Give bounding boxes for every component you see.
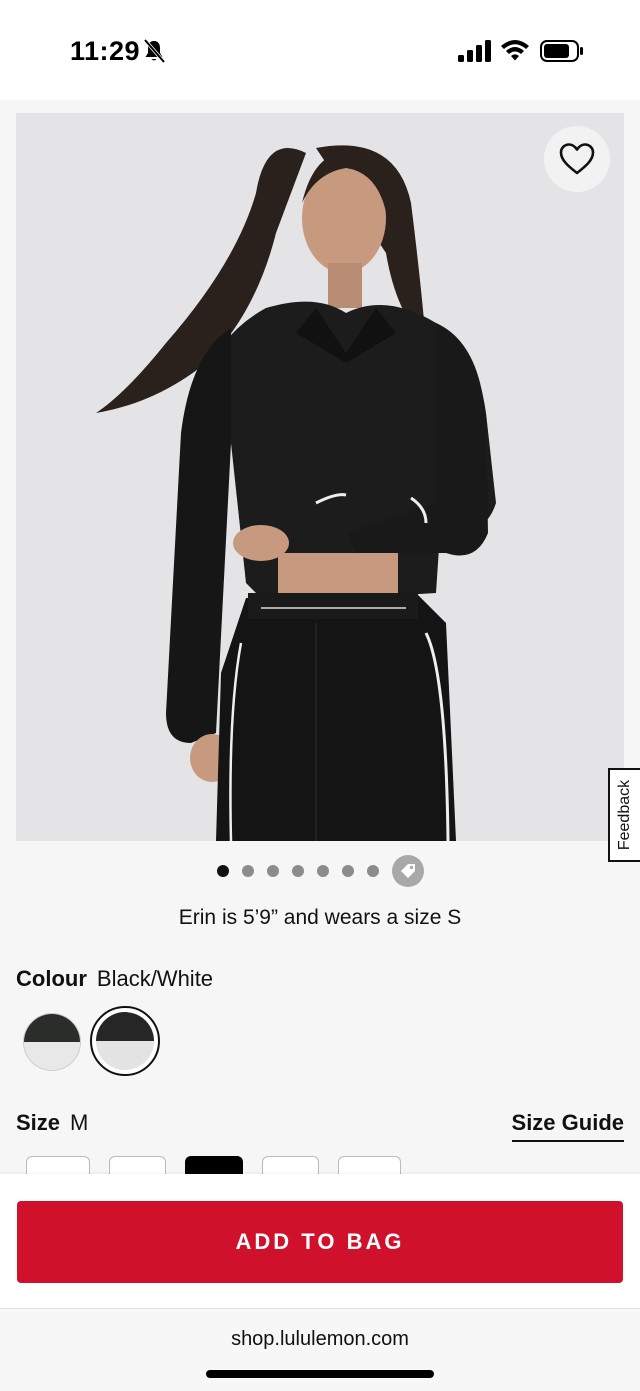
bell-off-icon	[143, 38, 166, 64]
product-page: 11:29 Feedback Erin is 5’9” and wears a …	[0, 0, 640, 1391]
carousel-dot[interactable]	[341, 865, 354, 877]
wishlist-button[interactable]	[544, 126, 610, 192]
model-size-info: Erin is 5’9” and wears a size S	[178, 906, 462, 929]
colour-swatch[interactable]	[24, 1014, 80, 1070]
colour-selection: Colour Black/White	[16, 966, 213, 992]
status-bar: 11:29	[0, 0, 640, 100]
status-time: 11:29	[70, 36, 141, 66]
carousel-dot-active[interactable]	[216, 865, 229, 877]
feedback-tab[interactable]: Feedback	[608, 768, 640, 862]
carousel-dot[interactable]	[316, 865, 329, 877]
carousel-dot[interactable]	[266, 865, 279, 877]
battery-icon	[540, 40, 583, 62]
product-image[interactable]	[16, 113, 624, 841]
model-photo-illustration	[16, 113, 624, 841]
size-guide-link[interactable]: Size Guide	[511, 1110, 624, 1142]
price-tag-icon	[400, 864, 415, 878]
feedback-label: Feedback	[616, 779, 634, 851]
colour-value: Black/White	[96, 966, 214, 991]
wifi-icon	[501, 40, 529, 61]
cellular-signal-icon	[458, 40, 491, 62]
home-indicator[interactable]	[206, 1370, 434, 1378]
carousel-dot[interactable]	[241, 865, 254, 877]
url-text[interactable]: shop.lululemon.com	[0, 1328, 640, 1351]
carousel-dot[interactable]	[366, 865, 379, 877]
colour-swatch-selected[interactable]	[96, 1012, 154, 1070]
add-to-bag-button[interactable]: ADD TO BAG	[17, 1201, 623, 1283]
colour-label: Colour	[16, 966, 87, 991]
carousel-pagination	[0, 854, 640, 888]
size-selection: Size M	[16, 1110, 88, 1136]
heart-icon	[559, 143, 595, 175]
carousel-dot[interactable]	[291, 865, 304, 877]
size-label: Size	[16, 1110, 61, 1135]
size-value: M	[70, 1110, 89, 1135]
carousel-tag-button[interactable]	[391, 855, 424, 887]
